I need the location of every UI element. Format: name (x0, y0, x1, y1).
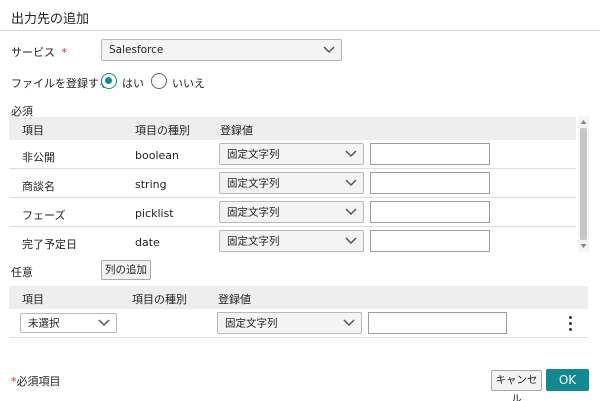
row-item-name: 非公開 (22, 151, 55, 164)
chevron-down-icon (98, 319, 110, 327)
required-mark: * (61, 46, 68, 59)
table-row: 未選択 固定文字列 (9, 309, 588, 338)
ok-button[interactable]: OK (546, 369, 589, 391)
add-output-destination-dialog: 出力先の追加 サービス * Salesforce ファイルを登録する はい いい… (0, 0, 600, 401)
service-label-text: サービス (11, 46, 55, 59)
scrollbar-thumb[interactable] (580, 128, 587, 240)
service-label: サービス * (11, 44, 67, 60)
optional-table-header: 項目 項目の種別 登録値 (9, 286, 588, 309)
column-header-item: 項目 (22, 293, 44, 306)
value-type-select[interactable]: 固定文字列 (219, 201, 364, 223)
required-table-header: 項目 項目の種別 登録値 (9, 117, 576, 140)
optional-section-label: 任意 (11, 266, 33, 279)
register-value-input[interactable] (370, 143, 490, 165)
value-type-select-value: 固定文字列 (227, 177, 280, 190)
add-column-button[interactable]: 列の追加 (101, 260, 151, 280)
value-type-select-value: 固定文字列 (227, 206, 280, 219)
column-header-item-type: 項目の種別 (135, 124, 190, 137)
register-file-yes-label: はい (122, 77, 144, 90)
value-type-select[interactable]: 固定文字列 (219, 230, 364, 252)
column-header-item-type: 項目の種別 (132, 293, 187, 306)
chevron-down-icon (323, 46, 335, 54)
chevron-down-icon (345, 237, 357, 245)
item-select[interactable]: 未選択 (20, 313, 117, 333)
service-select[interactable]: Salesforce (101, 39, 342, 61)
register-value-input[interactable] (368, 312, 507, 334)
required-note-text: 必須項目 (16, 375, 61, 388)
register-file-label: ファイルを登録する (11, 77, 110, 90)
value-type-select-value: 固定文字列 (227, 235, 280, 248)
row-item-name: 完了予定日 (22, 238, 77, 251)
value-type-select-value: 固定文字列 (225, 317, 278, 330)
item-select-value: 未選択 (28, 317, 60, 330)
register-file-no-radio[interactable] (151, 73, 167, 89)
dialog-title: 出力先の追加 (11, 12, 90, 27)
chevron-down-icon (345, 150, 357, 158)
kebab-menu-icon[interactable] (566, 314, 576, 334)
row-item-type: boolean (135, 149, 179, 162)
register-value-input[interactable] (370, 230, 490, 252)
table-row: 完了予定日 date 固定文字列 (9, 227, 576, 255)
value-type-select-value: 固定文字列 (227, 148, 280, 161)
value-type-select[interactable]: 固定文字列 (217, 312, 362, 334)
value-type-select[interactable]: 固定文字列 (219, 172, 364, 194)
table-row: 非公開 boolean 固定文字列 (9, 140, 576, 169)
scroll-down-icon[interactable] (580, 243, 587, 249)
table-row: 商談名 string 固定文字列 (9, 169, 576, 198)
column-header-item: 項目 (22, 124, 44, 137)
cancel-button[interactable]: キャンセル (491, 370, 542, 401)
register-value-input[interactable] (370, 172, 490, 194)
row-item-type: date (135, 236, 160, 249)
dialog-titlebar: 出力先の追加 (0, 0, 600, 31)
table-row: フェーズ picklist 固定文字列 (9, 198, 576, 227)
required-note: *必須項目 (11, 373, 61, 389)
register-file-yes-radio[interactable] (101, 73, 117, 89)
service-select-value: Salesforce (109, 44, 164, 56)
column-header-register-value: 登録値 (220, 124, 253, 137)
register-file-no-label: いいえ (172, 77, 205, 90)
chevron-down-icon (345, 179, 357, 187)
row-item-type: picklist (135, 207, 174, 220)
chevron-down-icon (345, 208, 357, 216)
register-value-input[interactable] (370, 201, 490, 223)
scroll-up-icon[interactable] (580, 119, 587, 125)
row-item-type: string (135, 178, 167, 191)
column-header-register-value: 登録値 (218, 293, 251, 306)
value-type-select[interactable]: 固定文字列 (219, 143, 364, 165)
row-item-name: 商談名 (22, 180, 55, 193)
chevron-down-icon (343, 319, 355, 327)
row-item-name: フェーズ (22, 209, 66, 222)
